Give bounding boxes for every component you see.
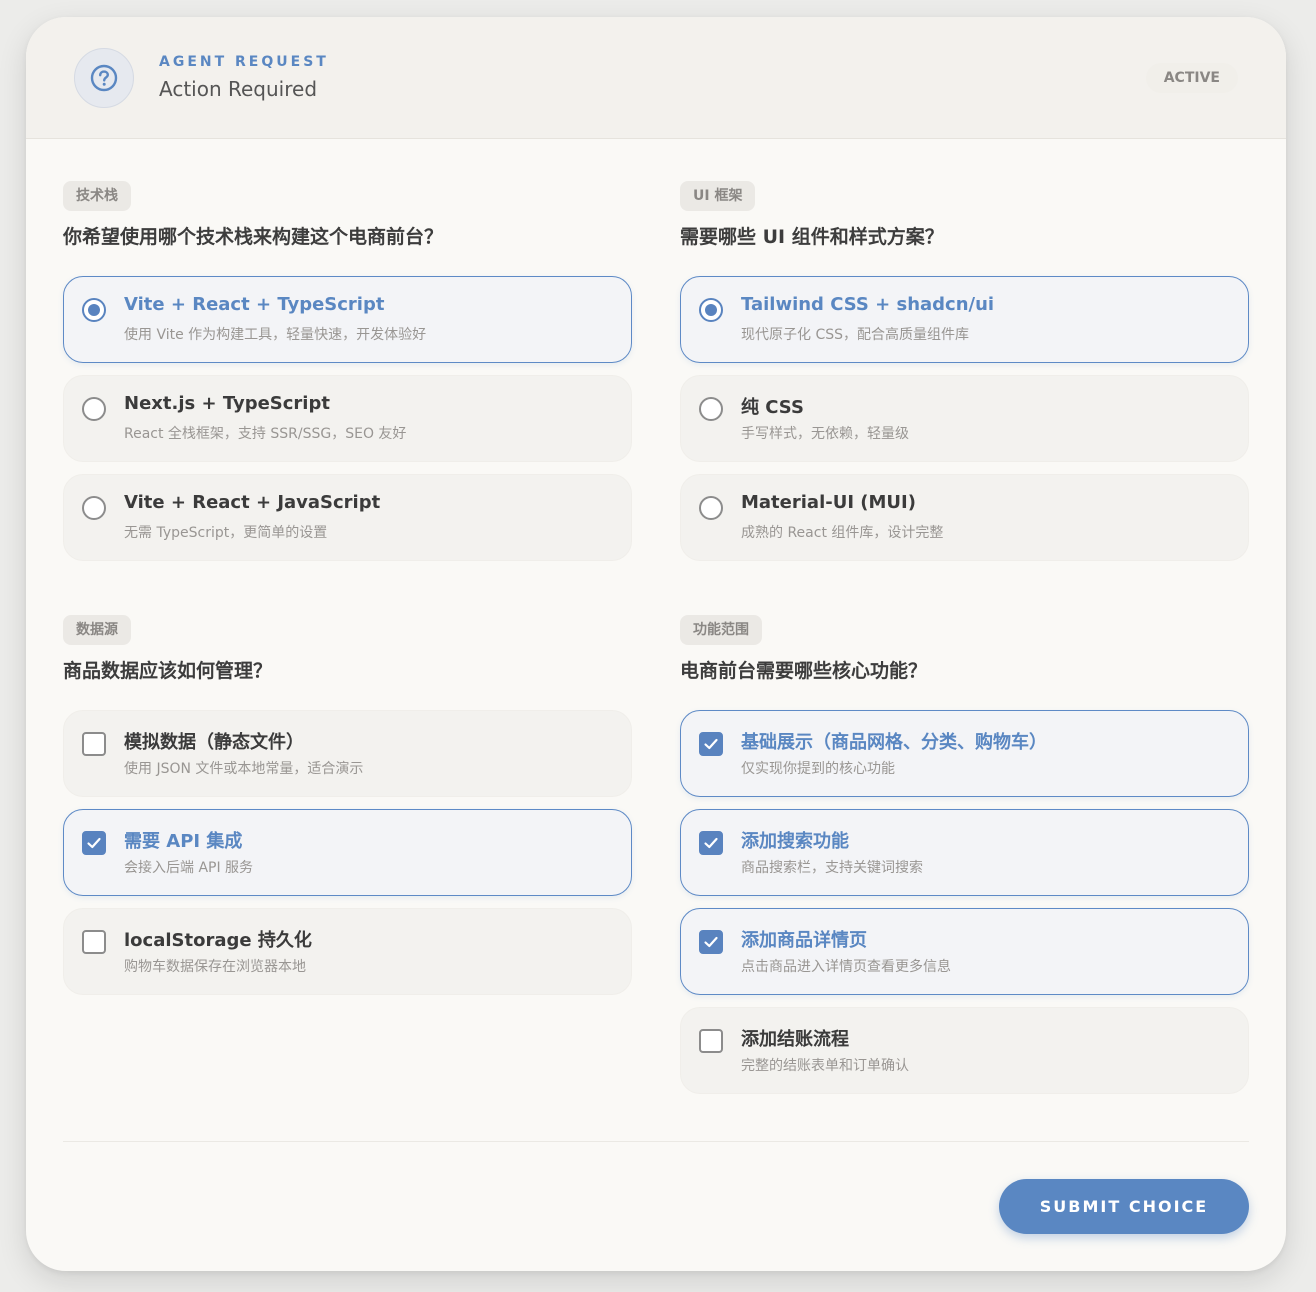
option-item[interactable]: 需要 API 集成会接入后端 API 服务 (63, 809, 632, 896)
checkmark-icon (704, 936, 718, 948)
option-title: Material-UI (MUI) (741, 492, 916, 513)
section-question: 商品数据应该如何管理？ (63, 660, 273, 682)
option-item[interactable]: localStorage 持久化购物车数据保存在浏览器本地 (63, 908, 632, 995)
section-data-source: 数据源 商品数据应该如何管理？ 模拟数据（静态文件） 使用 JSON 文件或本地常… (63, 615, 632, 1007)
question-circle-icon (74, 48, 134, 108)
option-item[interactable]: Material-UI (MUI) 成熟的 React 组件库，设计完整 (680, 474, 1249, 561)
option-title: Vite + React + JavaScript (124, 492, 381, 513)
checkmark-icon (704, 837, 718, 849)
option-description: 会接入后端 API 服务 (124, 860, 254, 876)
option-description: 手写样式，无依赖，轻量级 (741, 426, 909, 442)
checkbox[interactable] (699, 1029, 723, 1053)
radio-button[interactable] (82, 397, 106, 421)
checkbox[interactable] (82, 930, 106, 954)
options-list: Tailwind CSS + shadcn/ui 现代原子化 CSS，配合高质量组… (680, 276, 1249, 561)
option-item[interactable]: Vite + React + TypeScript 使用 Vite 作为构建工具，… (63, 276, 632, 363)
checkmark-icon (87, 837, 101, 849)
option-title: Vite + React + TypeScript (124, 294, 385, 315)
option-description: 完整的结账表单和订单确认 (741, 1058, 909, 1074)
section-question: 需要哪些 UI 组件和样式方案？ (680, 226, 944, 248)
option-item[interactable]: 模拟数据（静态文件） 使用 JSON 文件或本地常量，适合演示 (63, 710, 632, 797)
option-title: 添加搜索功能 (741, 831, 849, 852)
footer-divider (63, 1141, 1249, 1142)
option-description: 点击商品进入详情页查看更多信息 (741, 959, 951, 975)
options-list: 基础展示（商品网格、分类、购物车） 仅实现你提到的核心功能添加搜索功能商品搜索栏，… (680, 710, 1249, 1094)
option-title: 需要 API 集成 (124, 831, 243, 852)
checkbox[interactable] (82, 831, 106, 855)
section-question: 你希望使用哪个技术栈来构建这个电商前台？ (63, 226, 444, 248)
option-description: 使用 JSON 文件或本地常量，适合演示 (124, 761, 364, 777)
option-item[interactable]: 添加结账流程完整的结账表单和订单确认 (680, 1007, 1249, 1094)
card-header: AGENT REQUEST Action Required ACTIVE (26, 17, 1286, 139)
submit-choice-button[interactable]: SUBMIT CHOICE (999, 1179, 1249, 1234)
checkmark-icon (704, 738, 718, 750)
option-title: 纯 CSS (741, 397, 804, 418)
option-item[interactable]: 添加搜索功能商品搜索栏，支持关键词搜索 (680, 809, 1249, 896)
checkbox[interactable] (699, 930, 723, 954)
agent-request-card: AGENT REQUEST Action Required ACTIVE 技术栈… (26, 17, 1286, 1271)
checkbox[interactable] (82, 732, 106, 756)
option-title: localStorage 持久化 (124, 930, 312, 951)
radio-button[interactable] (699, 397, 723, 421)
option-title: 基础展示（商品网格、分类、购物车） (741, 732, 1047, 753)
option-description: 现代原子化 CSS，配合高质量组件库 (741, 327, 969, 343)
options-list: 模拟数据（静态文件） 使用 JSON 文件或本地常量，适合演示需要 API 集成会… (63, 710, 632, 995)
radio-button[interactable] (82, 496, 106, 520)
option-item[interactable]: 纯 CSS 手写样式，无依赖，轻量级 (680, 375, 1249, 462)
status-badge: ACTIVE (1145, 63, 1238, 93)
option-item[interactable]: 添加商品详情页点击商品进入详情页查看更多信息 (680, 908, 1249, 995)
radio-button[interactable] (699, 496, 723, 520)
option-description: 使用 Vite 作为构建工具，轻量快速，开发体验好 (124, 327, 427, 343)
option-description: React 全栈框架，支持 SSR/SSG，SEO 友好 (124, 426, 407, 442)
section-ui-framework: UI 框架 需要哪些 UI 组件和样式方案？ Tailwind CSS + sh… (680, 181, 1249, 573)
checkbox[interactable] (699, 831, 723, 855)
section-question: 电商前台需要哪些核心功能？ (680, 660, 928, 682)
option-title: Tailwind CSS + shadcn/ui (741, 294, 995, 315)
option-description: 商品搜索栏，支持关键词搜索 (741, 860, 923, 876)
option-description: 成熟的 React 组件库，设计完整 (741, 525, 944, 541)
option-description: 无需 TypeScript，更简单的设置 (124, 525, 328, 541)
option-item[interactable]: Next.js + TypeScript React 全栈框架，支持 SSR/SS… (63, 375, 632, 462)
option-title: 添加结账流程 (741, 1029, 849, 1050)
header-title: Action Required (159, 77, 318, 101)
option-title: Next.js + TypeScript (124, 393, 330, 414)
section-tag: 数据源 (63, 615, 131, 645)
section-tech-stack: 技术栈 你希望使用哪个技术栈来构建这个电商前台？ Vite + React + … (63, 181, 632, 573)
radio-button[interactable] (699, 298, 723, 322)
section-feature-scope: 功能范围 电商前台需要哪些核心功能？ 基础展示（商品网格、分类、购物车） 仅实现你… (680, 615, 1249, 1106)
section-tag: 功能范围 (680, 615, 762, 645)
options-list: Vite + React + TypeScript 使用 Vite 作为构建工具，… (63, 276, 632, 561)
radio-button[interactable] (82, 298, 106, 322)
option-title: 模拟数据（静态文件） (124, 732, 304, 753)
section-tag: UI 框架 (680, 181, 756, 211)
option-item[interactable]: Tailwind CSS + shadcn/ui 现代原子化 CSS，配合高质量组… (680, 276, 1249, 363)
header-eyebrow: AGENT REQUEST (159, 54, 329, 70)
option-description: 购物车数据保存在浏览器本地 (124, 959, 306, 975)
section-tag: 技术栈 (63, 181, 131, 211)
option-description: 仅实现你提到的核心功能 (741, 761, 895, 777)
option-title: 添加商品详情页 (741, 930, 867, 951)
option-item[interactable]: 基础展示（商品网格、分类、购物车） 仅实现你提到的核心功能 (680, 710, 1249, 797)
option-item[interactable]: Vite + React + JavaScript 无需 TypeScript，更… (63, 474, 632, 561)
checkbox[interactable] (699, 732, 723, 756)
